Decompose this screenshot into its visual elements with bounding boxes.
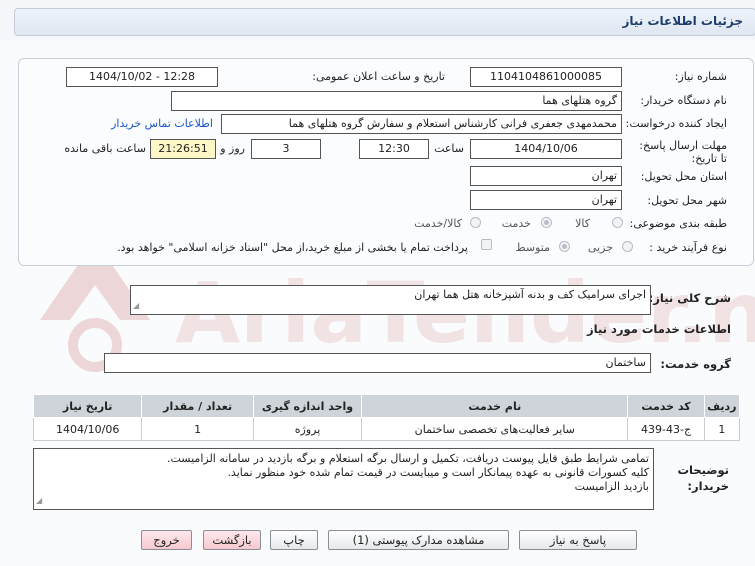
treasury-payment-checkbox[interactable] — [481, 239, 492, 250]
process-option-minor: جزیی — [587, 241, 613, 254]
remaining-time-label: ساعت باقی مانده — [64, 142, 146, 155]
deadline-date-field: 1404/10/06 — [470, 139, 622, 159]
resize-grip-icon: ◢ — [36, 496, 43, 505]
table-cell: 1 — [703, 417, 741, 441]
deadline-time-field: 12:30 — [359, 139, 429, 159]
need-description-field: اجرای سرامیک کف و بدنه آشپزخانه هتل هما … — [130, 285, 651, 315]
buyer-org-label: نام دستگاه خریدار: — [640, 94, 727, 107]
exit-button[interactable]: خروج — [141, 530, 192, 550]
column-header: نام خدمت — [361, 394, 629, 418]
service-group-field: ساختمان — [104, 353, 651, 373]
view-attachments-button[interactable]: مشاهده مدارک پیوستی (1) — [328, 530, 509, 550]
process-option-medium: متوسط — [515, 241, 550, 254]
province-field: تهران — [470, 166, 622, 186]
page-header: جزئیات اطلاعات نیاز — [0, 0, 755, 40]
category-label: طبقه بندی موضوعی: — [629, 217, 727, 230]
need-description-text: اجرای سرامیک کف و بدنه آشپزخانه هتل هما … — [414, 288, 646, 301]
buyer-notes-label-line1: توضیحات — [677, 463, 730, 477]
service-group-label: گروه خدمت: — [660, 357, 731, 371]
table-cell: پروژه — [252, 417, 363, 441]
print-button[interactable]: چاپ — [270, 530, 318, 550]
deadline-time-label: ساعت — [434, 142, 464, 155]
buyer-notes-line: تمامی شرایط طبق فایل پیوست دریافت، تکمیل… — [167, 452, 649, 465]
announce-datetime-label: تاریخ و ساعت اعلان عمومی: — [312, 70, 445, 83]
page-title: جزئیات اطلاعات نیاز — [622, 14, 743, 28]
category-radio-goods[interactable] — [612, 217, 623, 228]
need-number-label: شماره نیاز: — [674, 70, 727, 83]
process-radio-minor[interactable] — [622, 241, 633, 252]
creator-label: ایجاد کننده درخواست: — [625, 117, 727, 130]
column-header: کد خدمت — [627, 394, 705, 418]
days-label: روز و — [220, 142, 245, 155]
column-header: تعداد / مقدار — [141, 394, 254, 418]
table-row: 1 ج-43-439 سایر فعالیت‌های تخصصی ساختمان… — [32, 417, 741, 441]
services-table: ردیف کد خدمت نام خدمت واحد اندازه گیری ت… — [32, 394, 741, 441]
resize-grip-icon: ◢ — [133, 301, 140, 310]
column-header: ردیف — [703, 394, 741, 418]
back-button[interactable]: بازگشت — [203, 530, 261, 550]
treasury-payment-note: پرداخت تمام یا بخشی از مبلغ خرید،از محل … — [117, 241, 468, 254]
table-cell: 1404/10/06 — [32, 417, 143, 441]
category-radio-service[interactable] — [541, 217, 552, 228]
buyer-notes-label-line2: خریدار: — [687, 479, 729, 493]
creator-field: محمدمهدی جعفری فرانی کارشناس استعلام و س… — [221, 114, 622, 134]
category-option-goods: کالا — [575, 217, 590, 230]
services-section-title: اطلاعات خدمات مورد نیاز — [587, 322, 731, 336]
remaining-time-field: 21:26:51 — [150, 139, 216, 159]
process-type-label: نوع فرآیند خرید : — [649, 241, 727, 254]
need-description-label: شرح کلی نیاز: — [648, 291, 731, 305]
province-label: استان محل تحویل: — [640, 170, 727, 183]
city-label: شهر محل تحویل: — [647, 194, 727, 207]
column-header: تاریخ نیاز — [32, 394, 143, 418]
process-radio-medium[interactable] — [559, 241, 570, 252]
deadline-label: مهلت ارسال پاسخ: تا تاریخ: — [639, 139, 727, 165]
need-number-field: 1104104861000085 — [470, 67, 622, 87]
table-cell: سایر فعالیت‌های تخصصی ساختمان — [361, 417, 629, 441]
city-field: تهران — [470, 190, 622, 210]
category-radio-goods-service[interactable] — [470, 217, 481, 228]
buyer-org-field: گروه هتلهای هما — [171, 91, 622, 111]
reply-to-need-button[interactable]: پاسخ به نیاز — [519, 530, 637, 550]
buyer-notes-line: بازدید الزامیست — [574, 480, 649, 493]
announce-datetime-field: 1404/10/02 - 12:28 — [66, 67, 218, 87]
table-cell: ج-43-439 — [627, 417, 705, 441]
services-table-header: ردیف کد خدمت نام خدمت واحد اندازه گیری ت… — [32, 394, 741, 418]
buyer-notes-field: تمامی شرایط طبق فایل پیوست دریافت، تکمیل… — [33, 448, 654, 510]
days-remaining-field: 3 — [251, 139, 321, 159]
table-cell: 1 — [141, 417, 254, 441]
column-header: واحد اندازه گیری — [252, 394, 363, 418]
category-option-goods-service: کالا/خدمت — [414, 217, 462, 230]
buyer-notes-line: کلیه کسورات قانونی به عهده پیمانکار است … — [227, 466, 649, 479]
buyer-contact-link[interactable]: اطلاعات تماس خریدار — [111, 117, 213, 130]
header-bar: جزئیات اطلاعات نیاز — [14, 8, 755, 36]
category-option-service: خدمت — [501, 217, 531, 230]
